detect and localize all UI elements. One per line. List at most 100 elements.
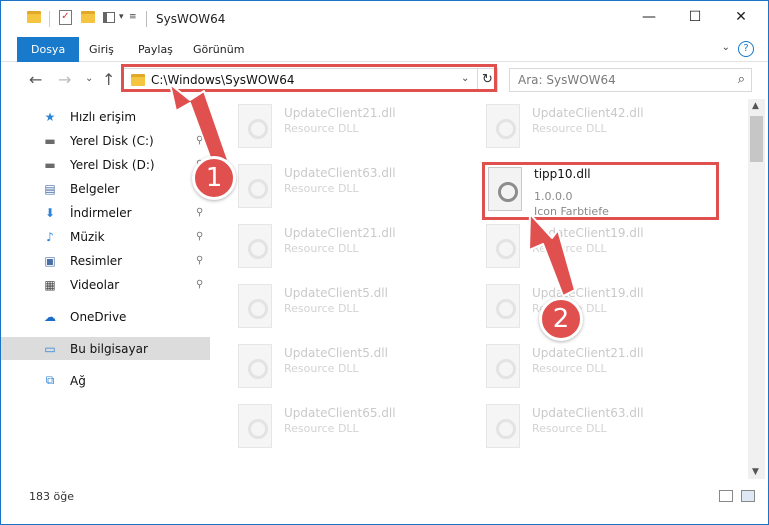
search-icon[interactable]: ⌕ <box>738 72 745 87</box>
sidebar-item[interactable]: ▦ Videolar ⚲ <box>1 273 210 296</box>
tab-share[interactable]: Paylaş <box>126 37 185 62</box>
sidebar-item[interactable]: ☁ OneDrive <box>1 305 210 328</box>
file-type: Resource DLL <box>284 362 359 375</box>
pin-icon[interactable]: ⚲ <box>196 279 203 290</box>
file-tile[interactable]: UpdateClient65.dll Resource DLL <box>212 399 442 455</box>
documents-icon: ▤ <box>44 181 56 196</box>
separator <box>49 11 50 27</box>
minimize-button[interactable]: — <box>626 1 672 33</box>
sidebar-item[interactable]: ▬ Yerel Disk (C:) ⚲ <box>1 129 210 152</box>
sidebar-item[interactable]: ▬Yerel Disk (D:)⚲ <box>1 153 210 176</box>
sidebar-item[interactable]: ▤Belgeler⚲ <box>1 177 210 200</box>
file-name: UpdateClient42.dll <box>532 106 644 120</box>
pin-icon[interactable]: ⚲ <box>196 207 203 218</box>
file-name: UpdateClient21.dll <box>532 346 644 360</box>
folder-icon <box>27 11 41 23</box>
file-name: UpdateClient63.dll <box>532 406 644 420</box>
sidebar-item[interactable]: ▣ Resimler ⚲ <box>1 249 210 272</box>
file-tile[interactable]: UpdateClient5.dll Resource DLL <box>212 339 442 395</box>
pin-icon[interactable]: ⚲ <box>196 255 203 266</box>
properties-icon[interactable]: ✓ <box>59 10 72 25</box>
music-icon: ♪ <box>46 229 54 244</box>
vertical-scrollbar[interactable]: ▲ ▼ <box>748 99 765 479</box>
dll-file-icon <box>238 344 272 388</box>
search-box[interactable]: Ara: SysWOW64 ⌕ <box>509 68 752 92</box>
file-tile[interactable]: UpdateClient42.dll Resource DLL <box>460 99 690 155</box>
item-count: 183 öğe <box>29 490 74 503</box>
dll-file-icon <box>238 164 272 208</box>
new-folder-icon[interactable] <box>81 11 95 23</box>
file-tile[interactable]: UpdateClient21.dll Resource DLL <box>212 99 442 155</box>
help-icon[interactable]: ? <box>738 41 754 57</box>
window-title: SysWOW64 <box>156 12 226 26</box>
sidebar-item[interactable]: ▭ Bu bilgisayar <box>1 337 210 360</box>
file-tile[interactable]: UpdateClient63.dll Resource DLL <box>460 399 690 455</box>
close-button[interactable]: ✕ <box>718 1 764 33</box>
dll-file-icon <box>238 224 272 268</box>
maximize-button[interactable]: ☐ <box>672 1 718 33</box>
sidebar-item[interactable]: ★ Hızlı erişim <box>1 105 210 128</box>
tab-view[interactable]: Görünüm <box>181 37 256 62</box>
tab-home[interactable]: Giriş <box>77 37 126 62</box>
file-name: UpdateClient5.dll <box>284 286 388 300</box>
computer-icon: ▭ <box>44 341 56 356</box>
drive-icon: ▬ <box>44 133 56 148</box>
dll-file-icon <box>486 224 520 268</box>
customize-qa-icon[interactable]: ≡ <box>129 12 137 22</box>
chevron-down-icon[interactable]: ▾ <box>119 12 124 22</box>
file-tile[interactable]: UpdateClient19.dll Resource DLL <box>460 219 690 275</box>
dll-file-icon <box>486 404 520 448</box>
up-button[interactable]: ↑ <box>102 70 115 89</box>
file-tile[interactable]: UpdateClient21.dll Resource DLL <box>212 219 442 275</box>
file-name: UpdateClient21.dll <box>284 226 396 240</box>
sidebar-item-label: Resimler <box>70 253 123 268</box>
file-type: Resource DLL <box>284 182 359 195</box>
separator <box>146 11 147 27</box>
search-input[interactable]: Ara: SysWOW64 <box>518 73 616 87</box>
onedrive-icon: ☁ <box>44 309 56 324</box>
tab-file[interactable]: Dosya <box>17 37 80 62</box>
scroll-down-icon[interactable]: ▼ <box>752 467 759 477</box>
sidebar-item-label: Videolar <box>70 277 120 292</box>
sidebar-item-label: İndirmeler <box>70 205 132 220</box>
file-tile[interactable]: UpdateClient21.dll Resource DLL <box>460 339 690 395</box>
file-name: UpdateClient21.dll <box>284 106 396 120</box>
file-list: UpdateClient21.dll Resource DLL UpdateClie… <box>212 99 748 479</box>
ribbon-expand-icon[interactable]: ⌄ <box>722 42 730 53</box>
details-view-icon[interactable] <box>719 490 733 502</box>
videos-icon: ▦ <box>44 277 56 292</box>
scroll-thumb[interactable] <box>750 116 763 162</box>
network-icon: ⧉ <box>45 373 55 387</box>
pin-icon[interactable]: ⚲ <box>196 231 203 242</box>
sidebar-item-label: Belgeler <box>70 181 120 196</box>
dll-file-icon <box>486 284 520 328</box>
ribbon-tabs: Dosya Giriş Paylaş Görünüm ⌄ ? <box>1 37 768 62</box>
forward-button[interactable]: → <box>58 70 71 89</box>
step-1-callout: 1 <box>192 156 236 200</box>
back-button[interactable]: ← <box>29 70 42 89</box>
dll-file-icon <box>486 344 520 388</box>
sidebar-item[interactable]: ♪ Müzik ⚲ <box>1 225 210 248</box>
sidebar-item-label: OneDrive <box>70 309 127 324</box>
star-icon: ★ <box>44 109 56 124</box>
navigation-pane: ★ Hızlı erişim ▬ Yerel Disk (C:) ⚲ ▬ Yerel Dis… <box>1 99 211 479</box>
sidebar-item-label: Hızlı erişim <box>70 109 137 124</box>
pictures-icon: ▣ <box>44 253 56 268</box>
address-highlight <box>121 64 497 92</box>
large-icons-view-icon[interactable] <box>741 490 755 502</box>
sidebar-item[interactable]: ⧉ Ağ <box>1 369 210 392</box>
scroll-up-icon[interactable]: ▲ <box>752 101 759 111</box>
sidebar-item[interactable]: ⬇ İndirmeler ⚲ <box>1 201 210 224</box>
drive-icon: ▬ <box>44 157 56 172</box>
file-type: Resource DLL <box>532 362 607 375</box>
pin-icon[interactable]: ⚲ <box>196 135 203 146</box>
file-tile[interactable]: UpdateClient63.dll Resource DLL <box>212 159 442 215</box>
file-type: Resource DLL <box>284 422 359 435</box>
sidebar-item-label: Ağ <box>70 373 86 388</box>
file-name: UpdateClient65.dll <box>284 406 396 420</box>
downloads-icon: ⬇ <box>44 205 56 220</box>
view-details-icon[interactable] <box>103 12 115 23</box>
recent-locations-button[interactable]: ⌄ <box>85 73 93 84</box>
file-tile[interactable]: UpdateClient5.dll Resource DLL <box>212 279 442 335</box>
file-type: Resource DLL <box>532 242 607 255</box>
